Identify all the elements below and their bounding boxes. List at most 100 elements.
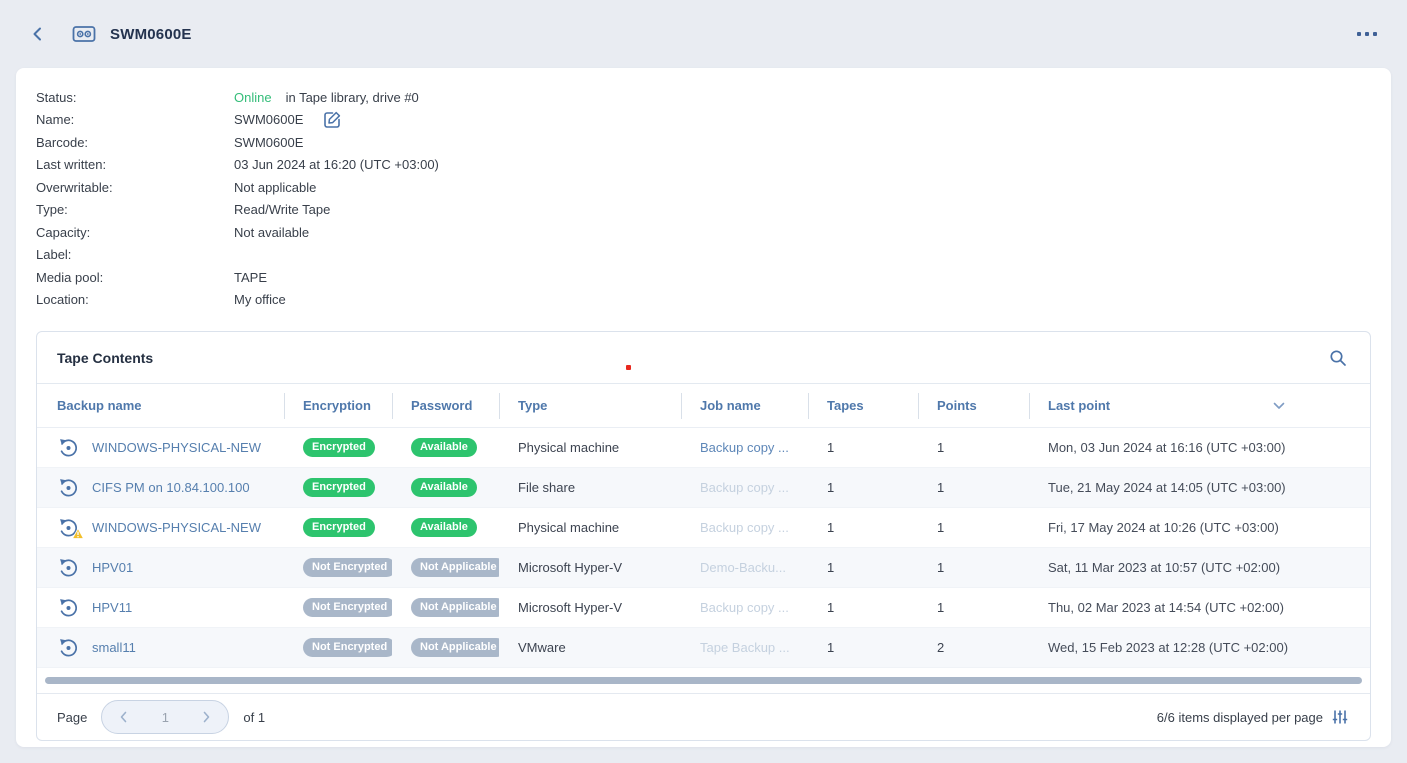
column-header-points[interactable]: Points	[918, 384, 1029, 427]
backup-name-cell[interactable]: HPV01	[37, 556, 284, 579]
detail-label: Name:	[36, 112, 234, 127]
last-point-cell: Sat, 11 Mar 2023 at 10:57 (UTC +02:00)	[1029, 560, 1370, 575]
backup-name-cell[interactable]: small11	[37, 636, 284, 659]
detail-value: Not available	[234, 225, 309, 240]
type-cell: File share	[499, 480, 681, 495]
backup-restore-icon	[57, 596, 80, 619]
backup-name-cell[interactable]: HPV11	[37, 596, 284, 619]
encryption-cell: Encrypted	[284, 438, 392, 457]
tapes-cell: 1	[808, 440, 918, 455]
column-header-tapes[interactable]: Tapes	[808, 384, 918, 427]
detail-row: Media pool: TAPE	[36, 266, 1371, 289]
table-row[interactable]: HPV11 Not Encrypted.. Not Applicable. Mi…	[37, 588, 1370, 628]
column-header-job-name[interactable]: Job name	[681, 384, 808, 427]
points-cell: 2	[918, 640, 1029, 655]
table-row[interactable]: WINDOWS-PHYSICAL-NEW Encrypted Available…	[37, 508, 1370, 548]
column-header-last-point[interactable]: Last point	[1029, 384, 1370, 427]
detail-row: Name: SWM0600E	[36, 109, 1371, 132]
table-row[interactable]: small11 Not Encrypted.. Not Applicable. …	[37, 628, 1370, 668]
panel-title: Tape Contents	[57, 350, 153, 366]
backup-restore-icon	[57, 436, 80, 459]
column-header-type[interactable]: Type	[499, 384, 681, 427]
detail-row: Location: My office	[36, 289, 1371, 312]
encryption-cell: Not Encrypted..	[284, 638, 392, 657]
password-badge: Not Applicable	[411, 558, 499, 577]
last-point-cell: Thu, 02 Mar 2023 at 14:54 (UTC +02:00)	[1029, 600, 1370, 615]
encryption-badge: Not Encrypted	[303, 638, 392, 657]
encryption-cell: Not Encrypted..	[284, 598, 392, 617]
edit-name-button[interactable]	[323, 110, 342, 129]
password-badge: Not Applicable	[411, 598, 499, 617]
job-name-link: Backup copy ...	[681, 480, 808, 495]
encryption-badge: Not Encrypted	[303, 598, 392, 617]
password-badge: Available	[411, 478, 477, 497]
last-point-cell: Tue, 21 May 2024 at 14:05 (UTC +03:00)	[1029, 480, 1370, 495]
detail-row: Label:	[36, 244, 1371, 267]
detail-label: Type:	[36, 202, 234, 217]
back-button[interactable]	[28, 24, 48, 44]
table-header-row: Backup name Encryption Password Type Job…	[37, 384, 1370, 428]
detail-value: 03 Jun 2024 at 16:20 (UTC +03:00)	[234, 157, 439, 172]
job-name-link[interactable]: Backup copy ...	[681, 440, 808, 455]
warning-icon	[72, 527, 84, 539]
search-button[interactable]	[1328, 348, 1348, 368]
job-name-link: Demo-Backu...	[681, 560, 808, 575]
points-cell: 1	[918, 520, 1029, 535]
detail-row: Type: Read/Write Tape	[36, 199, 1371, 222]
next-page-button[interactable]	[196, 707, 216, 727]
password-cell: Not Applicable.	[392, 558, 499, 577]
backup-name-cell[interactable]: WINDOWS-PHYSICAL-NEW	[37, 516, 284, 539]
detail-label: Label:	[36, 247, 234, 262]
type-cell: VMware	[499, 640, 681, 655]
backup-name-link[interactable]: small11	[92, 640, 136, 655]
page-title: SWM0600E	[110, 26, 192, 43]
table-row[interactable]: WINDOWS-PHYSICAL-NEW Encrypted Available…	[37, 428, 1370, 468]
password-cell: Available	[392, 478, 499, 497]
column-header-password[interactable]: Password	[392, 384, 499, 427]
table-body: WINDOWS-PHYSICAL-NEW Encrypted Available…	[37, 428, 1370, 668]
password-cell: Not Applicable.	[392, 638, 499, 657]
table-row[interactable]: CIFS PM on 10.84.100.100 Encrypted Avail…	[37, 468, 1370, 508]
scrollbar-thumb[interactable]	[45, 677, 1362, 684]
backup-name-link[interactable]: HPV01	[92, 560, 133, 575]
backup-restore-icon	[57, 636, 80, 659]
page-label: Page	[57, 710, 87, 725]
type-cell: Microsoft Hyper-V	[499, 560, 681, 575]
column-header-encryption[interactable]: Encryption	[284, 384, 392, 427]
more-options-button[interactable]	[1355, 26, 1379, 42]
backup-name-link[interactable]: WINDOWS-PHYSICAL-NEW	[92, 520, 261, 535]
points-cell: 1	[918, 440, 1029, 455]
job-name-link: Tape Backup ...	[681, 640, 808, 655]
detail-value: My office	[234, 292, 286, 307]
detail-value: Not applicable	[234, 180, 316, 195]
backup-restore-icon	[57, 476, 80, 499]
backup-name-link[interactable]: WINDOWS-PHYSICAL-NEW	[92, 440, 261, 455]
password-cell: Available	[392, 438, 499, 457]
detail-label: Capacity:	[36, 225, 234, 240]
panel-header: Tape Contents	[37, 332, 1370, 384]
detail-label: Last written:	[36, 157, 234, 172]
password-cell: Available	[392, 518, 499, 537]
detail-value: SWM0600E	[234, 135, 303, 150]
backup-name-link[interactable]: HPV11	[92, 600, 132, 615]
encryption-badge: Encrypted	[303, 518, 375, 537]
detail-value: Onlinein Tape library, drive #0	[234, 90, 419, 105]
previous-page-button[interactable]	[114, 707, 134, 727]
tape-cassette-icon	[72, 24, 96, 44]
backup-name-cell[interactable]: WINDOWS-PHYSICAL-NEW	[37, 436, 284, 459]
encryption-cell: Not Encrypted..	[284, 558, 392, 577]
table-row[interactable]: HPV01 Not Encrypted.. Not Applicable. Mi…	[37, 548, 1370, 588]
table-settings-button[interactable]	[1332, 709, 1348, 725]
sliders-icon	[1332, 709, 1348, 725]
type-cell: Microsoft Hyper-V	[499, 600, 681, 615]
page-number-input[interactable]: 1	[162, 710, 169, 725]
tape-details-card: Status: Onlinein Tape library, drive #0 …	[16, 68, 1391, 747]
detail-row: Status: Onlinein Tape library, drive #0	[36, 86, 1371, 109]
backup-name-cell[interactable]: CIFS PM on 10.84.100.100	[37, 476, 284, 499]
cursor-dot	[626, 365, 631, 370]
detail-label: Barcode:	[36, 135, 234, 150]
sort-chevron-down-icon[interactable]	[1273, 402, 1285, 410]
search-icon	[1328, 348, 1348, 368]
column-header-backup-name[interactable]: Backup name	[37, 384, 284, 427]
backup-name-link[interactable]: CIFS PM on 10.84.100.100	[92, 480, 250, 495]
